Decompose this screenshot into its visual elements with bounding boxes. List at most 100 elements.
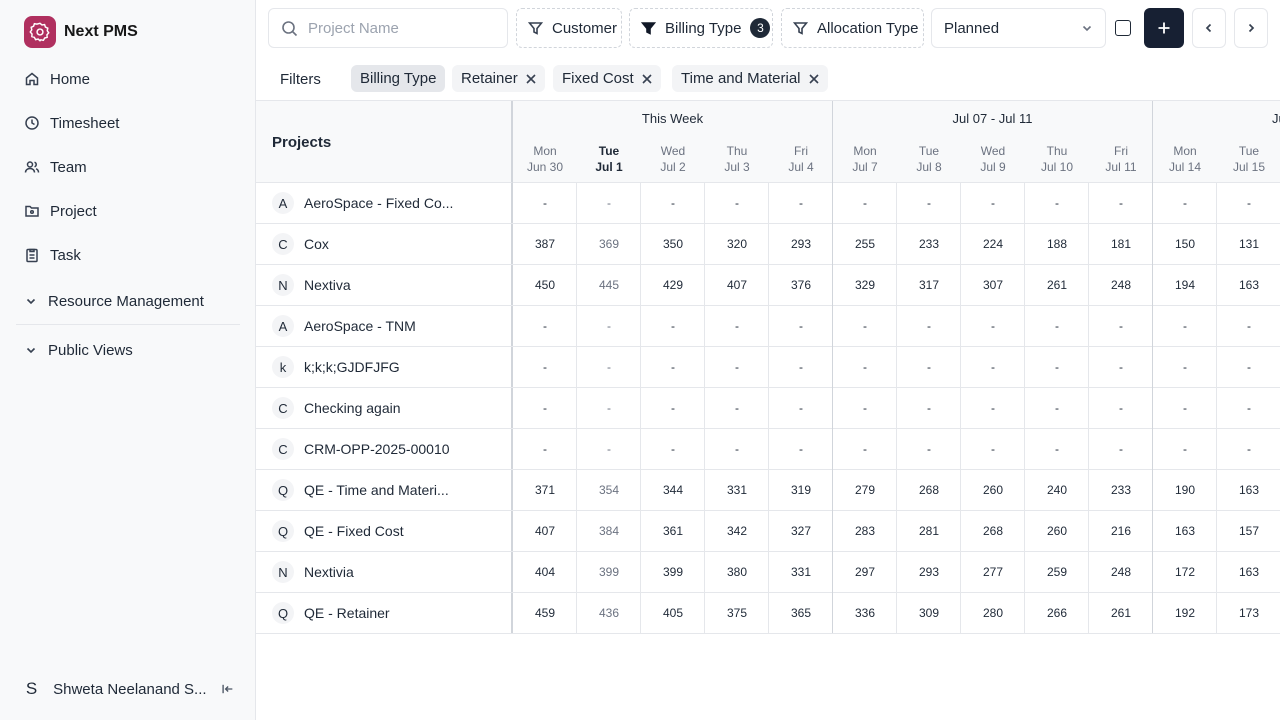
allocation-cell[interactable]: 365 [769,593,833,633]
allocation-cell[interactable]: 320 [705,224,769,264]
allocation-cell[interactable]: - [833,388,897,428]
allocation-cell[interactable]: - [961,183,1025,223]
allocation-cell[interactable]: 361 [641,511,705,551]
allocation-cell[interactable]: - [1025,347,1089,387]
project-cell[interactable]: N Nextivia [256,552,513,592]
close-icon[interactable] [642,73,652,84]
allocation-cell[interactable]: - [577,183,641,223]
allocation-cell[interactable]: - [577,306,641,346]
allocation-cell[interactable]: - [1089,347,1153,387]
allocation-cell[interactable]: - [769,306,833,346]
sidebar-item-timesheet[interactable]: Timesheet [16,101,240,145]
allocation-cell[interactable]: - [1217,429,1280,469]
allocation-cell[interactable]: 342 [705,511,769,551]
allocation-cell[interactable]: - [769,429,833,469]
allocation-cell[interactable]: - [833,429,897,469]
allocation-cell[interactable]: - [513,388,577,428]
allocation-cell[interactable]: - [1153,388,1217,428]
allocation-cell[interactable]: 336 [833,593,897,633]
previous-week-button[interactable] [1192,8,1226,48]
allocation-cell[interactable]: - [513,306,577,346]
allocation-cell[interactable]: 369 [577,224,641,264]
allocation-cell[interactable]: 240 [1025,470,1089,510]
allocation-cell[interactable]: - [769,183,833,223]
allocation-cell[interactable]: 224 [961,224,1025,264]
allocation-cell[interactable]: 192 [1153,593,1217,633]
allocation-cell[interactable]: 268 [961,511,1025,551]
allocation-cell[interactable]: 331 [705,470,769,510]
allocation-cell[interactable]: - [1025,388,1089,428]
allocation-cell[interactable]: 150 [1153,224,1217,264]
allocation-cell[interactable]: 277 [961,552,1025,592]
sidebar-item-project[interactable]: Project [16,189,240,233]
close-icon[interactable] [526,73,536,84]
allocation-cell[interactable]: 371 [513,470,577,510]
allocation-cell[interactable]: 280 [961,593,1025,633]
project-cell[interactable]: C Cox [256,224,513,264]
allocation-cell[interactable]: 261 [1089,593,1153,633]
project-cell[interactable]: Q QE - Time and Materi... [256,470,513,510]
allocation-cell[interactable]: 260 [961,470,1025,510]
allocation-cell[interactable]: 266 [1025,593,1089,633]
allocation-cell[interactable]: 404 [513,552,577,592]
allocation-cell[interactable]: 384 [577,511,641,551]
allocation-cell[interactable]: - [577,347,641,387]
allocation-cell[interactable]: - [641,183,705,223]
close-icon[interactable] [808,73,819,84]
allocation-cell[interactable]: - [1025,429,1089,469]
allocation-cell[interactable]: 399 [577,552,641,592]
allocation-cell[interactable]: 297 [833,552,897,592]
allocation-cell[interactable]: - [577,429,641,469]
allocation-cell[interactable]: 344 [641,470,705,510]
allocation-cell[interactable]: - [833,183,897,223]
sidebar-group-public-views[interactable]: Public Views [16,332,240,368]
project-cell[interactable]: Q QE - Fixed Cost [256,511,513,551]
allocation-cell[interactable]: - [577,388,641,428]
allocation-cell[interactable]: - [1217,306,1280,346]
collapse-sidebar-icon[interactable] [221,681,234,697]
user-profile[interactable]: S Shweta Neelanand S... [16,672,240,706]
allocation-cell[interactable]: 429 [641,265,705,305]
project-cell[interactable]: C Checking again [256,388,513,428]
allocation-cell[interactable]: - [1089,306,1153,346]
allocation-cell[interactable]: - [961,306,1025,346]
allocation-cell[interactable]: 293 [769,224,833,264]
sidebar-item-home[interactable]: Home [16,57,240,101]
allocation-cell[interactable]: 399 [641,552,705,592]
allocation-cell[interactable]: 163 [1153,511,1217,551]
allocation-cell[interactable]: - [897,347,961,387]
allocation-cell[interactable]: - [513,183,577,223]
toggle-checkbox[interactable] [1115,20,1131,36]
allocation-cell[interactable]: 329 [833,265,897,305]
allocation-cell[interactable]: 255 [833,224,897,264]
allocation-cell[interactable]: 248 [1089,265,1153,305]
allocation-cell[interactable]: 260 [1025,511,1089,551]
allocation-cell[interactable]: 190 [1153,470,1217,510]
allocation-cell[interactable]: - [1153,306,1217,346]
sidebar-group-resource-management[interactable]: Resource Management [16,283,240,319]
allocation-cell[interactable]: 281 [897,511,961,551]
allocation-cell[interactable]: 375 [705,593,769,633]
allocation-cell[interactable]: - [897,429,961,469]
brand[interactable]: Next PMS [24,16,138,48]
allocation-cell[interactable]: - [641,306,705,346]
allocation-cell[interactable]: 216 [1089,511,1153,551]
allocation-cell[interactable]: 181 [1089,224,1153,264]
allocation-cell[interactable]: 163 [1217,265,1280,305]
sidebar-item-task[interactable]: Task [16,233,240,277]
allocation-cell[interactable]: - [705,388,769,428]
project-cell[interactable]: N Nextiva [256,265,513,305]
allocation-cell[interactable]: - [1217,183,1280,223]
allocation-cell[interactable]: - [1217,388,1280,428]
allocation-cell[interactable]: 233 [1089,470,1153,510]
project-cell[interactable]: C CRM-OPP-2025-00010 [256,429,513,469]
allocation-cell[interactable]: 376 [769,265,833,305]
allocation-cell[interactable]: 248 [1089,552,1153,592]
project-cell[interactable]: A AeroSpace - Fixed Co... [256,183,513,223]
search-input[interactable] [308,19,488,37]
allocation-cell[interactable]: 387 [513,224,577,264]
add-allocation-button[interactable] [1144,8,1184,48]
allocation-cell[interactable]: 173 [1217,593,1280,633]
allocation-cell[interactable]: 309 [897,593,961,633]
allocation-cell[interactable]: - [1025,306,1089,346]
